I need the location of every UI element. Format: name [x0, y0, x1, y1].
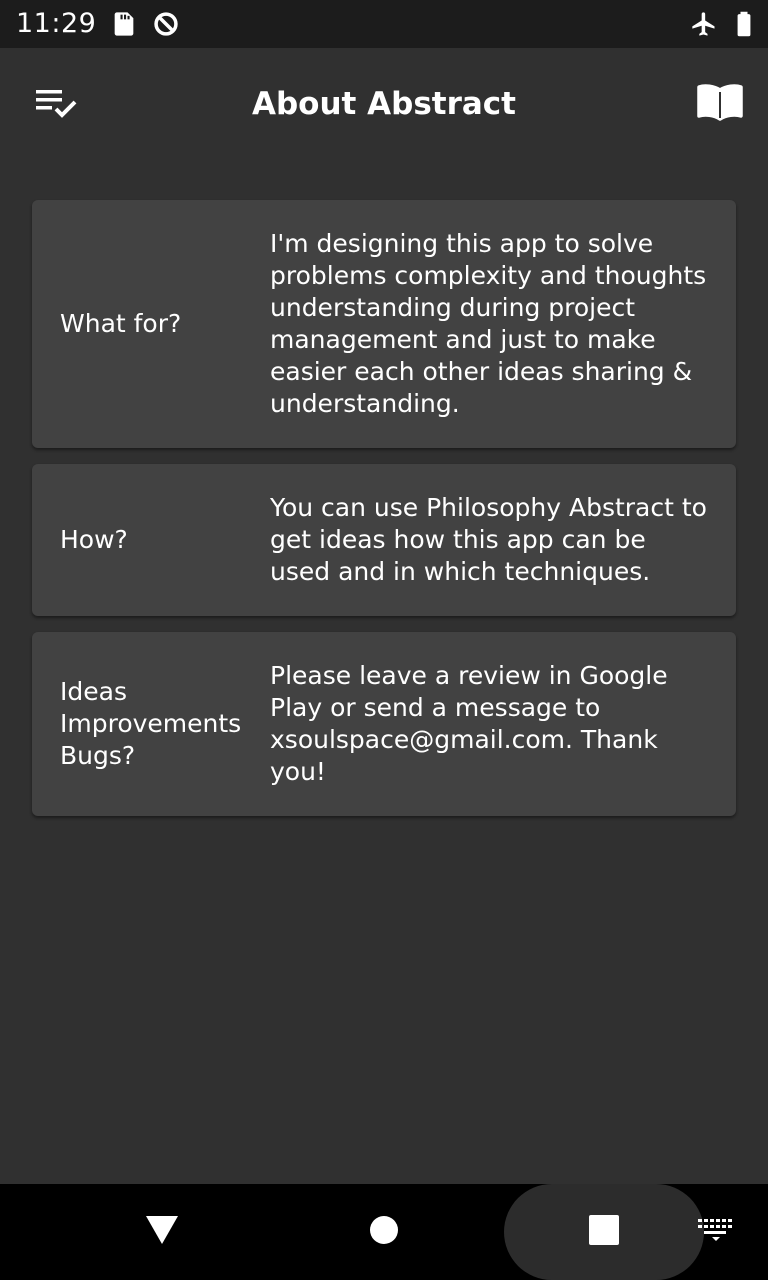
card-label: How? [60, 525, 128, 554]
keyboard-button[interactable] [694, 1214, 738, 1250]
book-open-icon [696, 82, 744, 126]
app-bar: About Abstract [0, 48, 768, 160]
about-cards: What for? I'm designing this app to solv… [32, 200, 736, 832]
airplane-mode-icon [690, 10, 718, 38]
status-bar: 11:29 [0, 0, 768, 48]
sd-card-icon [110, 10, 138, 38]
card-label: Ideas Improvements Bugs? [60, 677, 242, 770]
card-text: You can use Philosophy Abstract to get i… [270, 493, 707, 586]
back-button[interactable] [132, 1202, 192, 1262]
battery-icon [730, 10, 758, 38]
philosophy-book-button[interactable] [692, 76, 748, 132]
keyboard-icon [698, 1219, 734, 1245]
card-how: How? You can use Philosophy Abstract to … [32, 464, 736, 616]
status-time: 11:29 [16, 8, 97, 39]
card-label: What for? [60, 309, 182, 338]
recents-button[interactable] [574, 1202, 634, 1262]
home-button[interactable] [354, 1202, 414, 1262]
card-what-for: What for? I'm designing this app to solv… [32, 200, 736, 448]
card-feedback: Ideas Improvements Bugs? Please leave a … [32, 632, 736, 816]
sync-disabled-icon [152, 10, 180, 38]
page-title: About Abstract [251, 86, 516, 122]
system-nav-bar [0, 1184, 768, 1280]
card-text: Please leave a review in Google Play or … [270, 661, 668, 786]
recents-icon [589, 1215, 619, 1249]
back-icon [145, 1215, 179, 1249]
home-icon [369, 1215, 399, 1249]
card-text: I'm designing this app to solve problems… [270, 229, 707, 418]
